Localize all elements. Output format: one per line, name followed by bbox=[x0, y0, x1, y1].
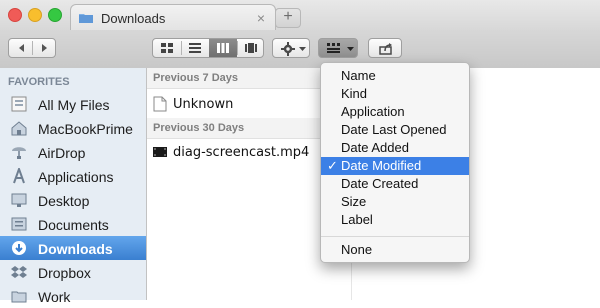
menu-item-size[interactable]: Size bbox=[321, 193, 469, 211]
list-view-button[interactable] bbox=[181, 39, 209, 57]
group-title: Previous 7 Days bbox=[153, 72, 238, 84]
arrange-icon bbox=[327, 43, 340, 53]
sidebar: FAVORITES All My Files MacBookPrime AirD… bbox=[0, 68, 147, 305]
back-forward-control bbox=[8, 38, 56, 58]
sidebar-item-label: Documents bbox=[38, 217, 109, 233]
sidebar-item-airdrop[interactable]: AirDrop bbox=[0, 140, 146, 164]
nav-divider bbox=[32, 41, 33, 55]
tab-downloads[interactable]: Downloads × bbox=[70, 4, 276, 31]
sidebar-item-label: MacBookPrime bbox=[38, 121, 133, 137]
toolbar bbox=[0, 30, 600, 69]
menu-item-kind[interactable]: Kind bbox=[321, 85, 469, 103]
menu-item-name[interactable]: Name bbox=[321, 67, 469, 85]
checkmark-icon: ✓ bbox=[327, 158, 338, 173]
share-button[interactable] bbox=[368, 38, 402, 58]
column-view-icon bbox=[217, 43, 229, 53]
menu-item-label: None bbox=[341, 242, 373, 257]
applications-icon bbox=[13, 168, 25, 184]
sidebar-item-work[interactable]: Work bbox=[0, 284, 146, 308]
sidebar-item-desktop[interactable]: Desktop bbox=[0, 188, 146, 212]
file-name: Unknown bbox=[173, 97, 234, 112]
sidebar-header: FAVORITES bbox=[8, 76, 70, 88]
minimize-window-button[interactable] bbox=[28, 8, 42, 22]
all-files-icon bbox=[11, 96, 27, 112]
video-file-icon bbox=[153, 147, 167, 157]
desktop-icon bbox=[11, 193, 27, 207]
sidebar-item-label: Dropbox bbox=[38, 265, 91, 281]
menu-item-label: Kind bbox=[341, 86, 368, 101]
chevron-down-icon bbox=[299, 47, 306, 51]
chevron-down-icon bbox=[347, 47, 354, 51]
menu-item-application[interactable]: Application bbox=[321, 103, 469, 121]
arrange-menu-button[interactable] bbox=[318, 38, 358, 58]
menu-item-label: Date Modified bbox=[341, 158, 422, 173]
airdrop-icon bbox=[12, 147, 26, 159]
coverflow-view-button[interactable] bbox=[237, 39, 265, 57]
folder-icon bbox=[79, 14, 93, 23]
tab-close-icon[interactable]: × bbox=[257, 10, 265, 26]
tab-title: Downloads bbox=[101, 11, 166, 26]
zoom-window-button[interactable] bbox=[48, 8, 62, 22]
menu-item-date-last-opened[interactable]: Date Last Opened bbox=[321, 121, 469, 139]
action-menu-button[interactable] bbox=[272, 38, 310, 58]
share-icon bbox=[379, 43, 392, 55]
menu-item-date-modified[interactable]: ✓ Date Modified bbox=[321, 157, 469, 175]
sidebar-item-label: AirDrop bbox=[38, 145, 86, 161]
documents-icon bbox=[11, 217, 27, 231]
forward-arrow-icon[interactable] bbox=[39, 43, 49, 53]
sidebar-item-label: Work bbox=[38, 289, 71, 305]
list-view-icon bbox=[189, 43, 201, 53]
document-icon bbox=[153, 96, 167, 112]
sidebar-item-label: Downloads bbox=[38, 241, 113, 257]
sidebar-item-applications[interactable]: Applications bbox=[0, 164, 146, 188]
menu-item-label: Label bbox=[341, 212, 373, 227]
coverflow-view-icon bbox=[245, 43, 257, 53]
group-title: Previous 30 Days bbox=[153, 122, 245, 134]
gear-icon bbox=[281, 42, 295, 56]
menu-item-label: Application bbox=[341, 104, 405, 119]
menu-item-none[interactable]: None bbox=[321, 241, 469, 259]
arrange-dropdown-menu: Name Kind Application Date Last Opened D… bbox=[320, 62, 470, 263]
menu-item-label[interactable]: Label bbox=[321, 211, 469, 229]
menu-item-label: Name bbox=[341, 68, 376, 83]
menu-item-label: Date Last Opened bbox=[341, 122, 447, 137]
close-window-button[interactable] bbox=[8, 8, 22, 22]
dropbox-icon bbox=[11, 266, 27, 278]
icon-view-button[interactable] bbox=[153, 39, 181, 57]
sidebar-item-label: Desktop bbox=[38, 193, 90, 209]
menu-item-label: Date Created bbox=[341, 176, 419, 191]
column-view-button[interactable] bbox=[209, 39, 237, 57]
sidebar-item-downloads[interactable]: Downloads bbox=[0, 236, 146, 260]
new-tab-button[interactable]: + bbox=[275, 8, 301, 28]
menu-item-label: Size bbox=[341, 194, 367, 209]
home-icon bbox=[11, 121, 27, 136]
menu-item-label: Date Added bbox=[341, 140, 409, 155]
menu-item-date-added[interactable]: Date Added bbox=[321, 139, 469, 157]
downloads-icon bbox=[12, 241, 26, 255]
sidebar-item-label: All My Files bbox=[38, 97, 110, 113]
sidebar-item-all-my-files[interactable]: All My Files bbox=[0, 92, 146, 116]
view-mode-control bbox=[152, 38, 264, 58]
sidebar-item-label: Applications bbox=[38, 169, 114, 185]
grid-view-icon bbox=[161, 43, 173, 53]
file-name: diag-screencast.mp4 bbox=[173, 145, 310, 160]
folder-icon bbox=[11, 291, 27, 303]
sidebar-item-documents[interactable]: Documents bbox=[0, 212, 146, 236]
menu-item-date-created[interactable]: Date Created bbox=[321, 175, 469, 193]
sidebar-item-macbookprime[interactable]: MacBookPrime bbox=[0, 116, 146, 140]
sidebar-item-dropbox[interactable]: Dropbox bbox=[0, 260, 146, 284]
title-bar: Downloads × + bbox=[0, 0, 600, 31]
back-arrow-icon[interactable] bbox=[17, 43, 27, 53]
menu-separator bbox=[321, 236, 469, 237]
